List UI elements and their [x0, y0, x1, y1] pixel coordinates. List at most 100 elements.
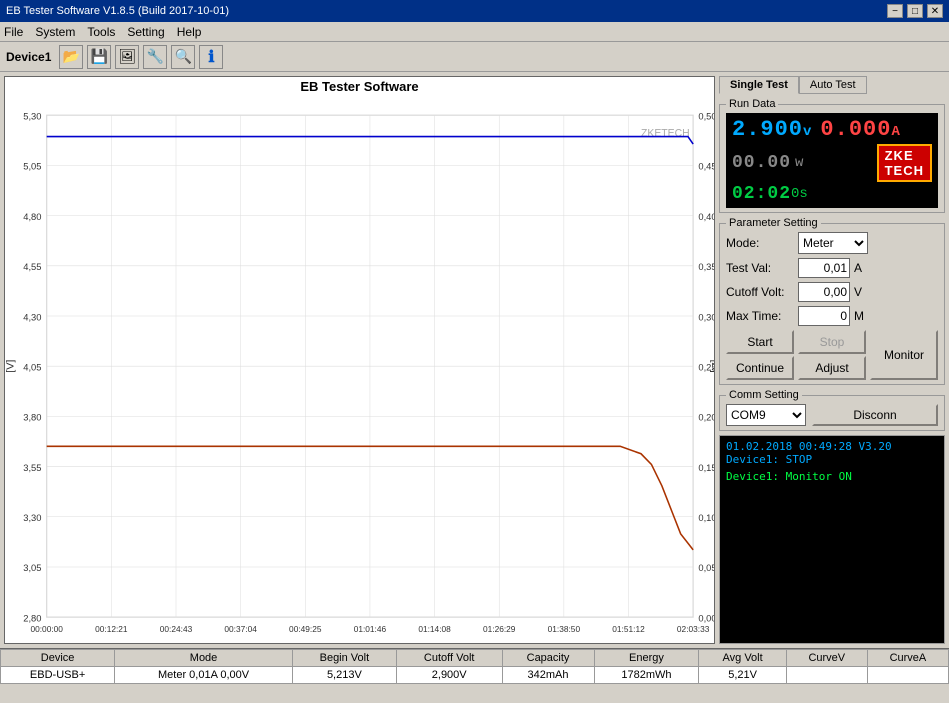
col-device: Device	[1, 650, 115, 667]
cutoff-volt-row: Cutoff Volt: V	[726, 282, 938, 302]
comm-setting-title: Comm Setting	[726, 389, 802, 401]
menu-tools[interactable]: Tools	[87, 25, 115, 39]
chart-title: EB Tester Software	[5, 77, 714, 96]
cell-avg-volt: 5,21V	[699, 667, 786, 684]
status-area: 01.02.2018 00:49:28 V3.20 Device1: STOP …	[719, 435, 945, 644]
chart-svg: 5,30 5,05 4,80 4,55 4,30 4,05 3,80 3,55 …	[5, 96, 714, 644]
svg-text:00:00:00: 00:00:00	[30, 624, 63, 634]
device-label: Device1	[6, 50, 51, 64]
cell-energy: 1782mWh	[594, 667, 699, 684]
svg-text:01:51:12: 01:51:12	[612, 624, 645, 634]
mode-select[interactable]: Meter CC CP	[798, 232, 868, 254]
time-display: 02:02	[732, 184, 791, 204]
svg-text:5,05: 5,05	[23, 162, 41, 173]
cell-curvev	[786, 667, 867, 684]
left-buttons: Start Stop Continue Adjust	[726, 330, 866, 380]
cell-begin-volt: 5,213V	[292, 667, 396, 684]
title-text: EB Tester Software V1.8.5 (Build 2017-10…	[6, 5, 229, 17]
voltage-display: 2.900v	[732, 117, 812, 142]
disconn-button[interactable]: Disconn	[812, 404, 938, 426]
col-energy: Energy	[594, 650, 699, 667]
param-setting-title: Parameter Setting	[726, 217, 821, 229]
comm-row: COM9 COM1 COM2 Disconn	[726, 404, 938, 426]
run-data-row2: 00.00 w ZKETECH	[732, 144, 932, 182]
run-data-title: Run Data	[726, 98, 778, 110]
continue-button[interactable]: Continue	[726, 356, 794, 380]
cutoff-volt-input[interactable]	[798, 282, 850, 302]
maximize-button[interactable]: □	[907, 4, 923, 18]
max-time-unit: M	[854, 309, 870, 323]
tab-auto-test[interactable]: Auto Test	[799, 76, 867, 94]
chart-area: EB Tester Software	[4, 76, 715, 644]
svg-text:01:14:08: 01:14:08	[418, 624, 451, 634]
status-line3: Device1: Monitor ON	[726, 470, 938, 483]
menu-bar: File System Tools Setting Help	[0, 22, 949, 42]
info-button[interactable]: ℹ	[199, 45, 223, 69]
minimize-button[interactable]: −	[887, 4, 903, 18]
title-bar: EB Tester Software V1.8.5 (Build 2017-10…	[0, 0, 949, 22]
cutoff-volt-unit: V	[854, 285, 870, 299]
settings-button[interactable]: 🔧	[143, 45, 167, 69]
search-button[interactable]: 🔍	[171, 45, 195, 69]
svg-text:0,20: 0,20	[698, 413, 714, 424]
cell-capacity: 342mAh	[502, 667, 594, 684]
cutoff-volt-label: Cutoff Volt:	[726, 285, 794, 299]
bottom-table-area: Device Mode Begin Volt Cutoff Volt Capac…	[0, 648, 949, 703]
svg-text:3,55: 3,55	[23, 463, 41, 474]
test-val-input[interactable]	[798, 258, 850, 278]
col-mode: Mode	[115, 650, 293, 667]
monitor-button[interactable]: Monitor	[870, 330, 938, 380]
menu-file[interactable]: File	[4, 25, 23, 39]
toolbar: Device1 📂 💾 🖼 🔧 🔍 ℹ	[0, 42, 949, 72]
svg-text:0,05: 0,05	[698, 563, 714, 574]
menu-system[interactable]: System	[35, 25, 75, 39]
svg-text:00:37:04: 00:37:04	[224, 624, 257, 634]
svg-text:01:26:29: 01:26:29	[483, 624, 516, 634]
svg-text:3,05: 3,05	[23, 563, 41, 574]
max-time-label: Max Time:	[726, 309, 794, 323]
svg-text:01:38:50: 01:38:50	[548, 624, 581, 634]
svg-text:[A]: [A]	[709, 360, 714, 373]
svg-text:00:24:43: 00:24:43	[160, 624, 193, 634]
param-setting-box: Parameter Setting Mode: Meter CC CP Test…	[719, 223, 945, 385]
svg-text:4,80: 4,80	[23, 212, 41, 223]
open-button[interactable]: 📂	[59, 45, 83, 69]
svg-text:0,35: 0,35	[698, 262, 714, 273]
tab-single-test[interactable]: Single Test	[719, 76, 799, 94]
max-time-input[interactable]	[798, 306, 850, 326]
svg-text:0,30: 0,30	[698, 312, 714, 323]
col-avg-volt: Avg Volt	[699, 650, 786, 667]
svg-text:4,30: 4,30	[23, 312, 41, 323]
col-begin-volt: Begin Volt	[292, 650, 396, 667]
svg-text:0,15: 0,15	[698, 463, 714, 474]
svg-text:02:03:33: 02:03:33	[677, 624, 710, 634]
svg-text:0,00: 0,00	[698, 613, 714, 624]
svg-text:0,40: 0,40	[698, 212, 714, 223]
stop-button[interactable]: Stop	[798, 330, 866, 354]
main-content: EB Tester Software	[0, 72, 949, 648]
image-button[interactable]: 🖼	[115, 45, 139, 69]
adjust-button[interactable]: Adjust	[798, 356, 866, 380]
menu-help[interactable]: Help	[177, 25, 202, 39]
col-cutoff-volt: Cutoff Volt	[396, 650, 502, 667]
zke-logo: ZKETECH	[877, 144, 932, 182]
svg-text:0,10: 0,10	[698, 513, 714, 524]
cell-curvea	[867, 667, 948, 684]
comm-port-select[interactable]: COM9 COM1 COM2	[726, 404, 806, 426]
status-line1: 01.02.2018 00:49:28 V3.20	[726, 440, 938, 453]
col-capacity: Capacity	[502, 650, 594, 667]
cell-mode: Meter 0,01A 0,00V	[115, 667, 293, 684]
svg-text:[V]: [V]	[5, 360, 16, 373]
test-val-label: Test Val:	[726, 261, 794, 275]
svg-text:4,05: 4,05	[23, 362, 41, 373]
close-button[interactable]: ✕	[927, 4, 943, 18]
start-button[interactable]: Start	[726, 330, 794, 354]
menu-setting[interactable]: Setting	[127, 25, 164, 39]
svg-text:0,50: 0,50	[698, 111, 714, 122]
status-line2: Device1: STOP	[726, 453, 938, 466]
svg-text:0,45: 0,45	[698, 162, 714, 173]
svg-text:00:49:25: 00:49:25	[289, 624, 322, 634]
save-button[interactable]: 💾	[87, 45, 111, 69]
run-data-row1: 2.900v 0.000A	[732, 117, 932, 142]
svg-text:2,80: 2,80	[23, 613, 41, 624]
